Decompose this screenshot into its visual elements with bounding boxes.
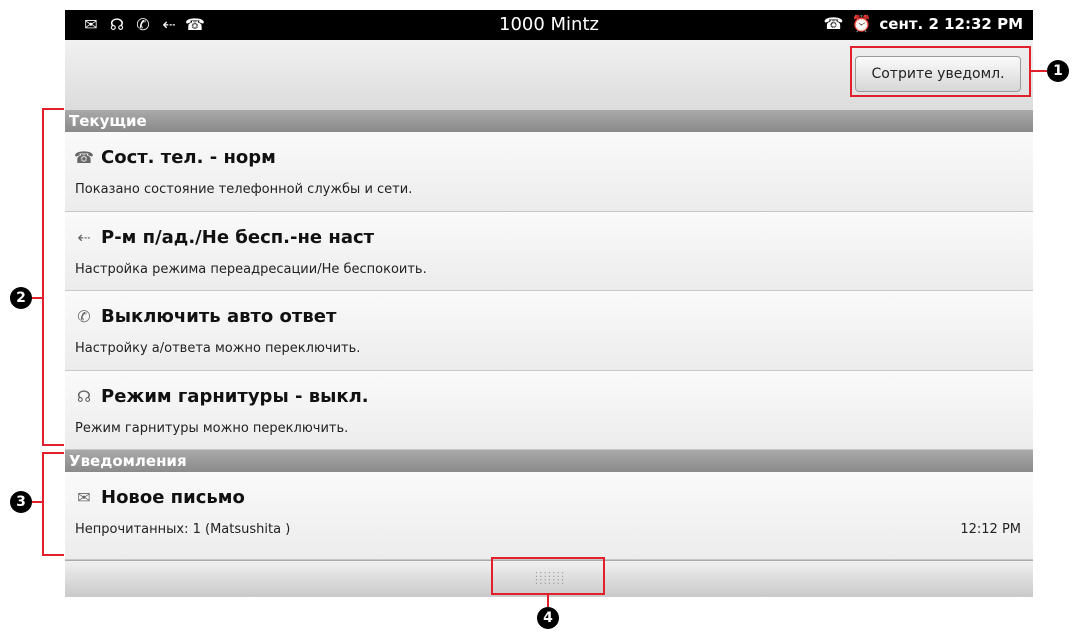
phone-status-icon: ☎ bbox=[74, 147, 94, 167]
item-title: ☊ Режим гарнитуры - выкл. bbox=[73, 386, 369, 407]
item-title-text: Новое письмо bbox=[101, 487, 245, 508]
item-time: 12:12 PM bbox=[960, 522, 1021, 537]
callout-3: 3 bbox=[10, 491, 32, 513]
item-subtitle: Настройка режима переадресации/Не беспок… bbox=[75, 262, 427, 277]
headset-off-icon: ☊ bbox=[76, 386, 92, 406]
callout-line-3 bbox=[32, 501, 44, 503]
status-bar: ✉ ☊ ✆ ⇠ ☎ 1000 Mintz ☎ ⏰ сент. 2 12:32 P… bbox=[65, 10, 1033, 40]
item-title: ⇠ Р-м п/ад./Не бесп.-не наст bbox=[73, 227, 374, 248]
section-header-current: Текущие bbox=[65, 110, 1033, 132]
list-item[interactable]: ☊ Режим гарнитуры - выкл. Режим гарнитур… bbox=[65, 371, 1033, 450]
list-item[interactable]: ⇠ Р-м п/ад./Не бесп.-не наст Настройка р… bbox=[65, 212, 1033, 291]
item-title: ✆ Выключить авто ответ bbox=[73, 306, 336, 327]
status-right: ☎ ⏰ сент. 2 12:32 PM bbox=[823, 14, 1023, 34]
callout-box-1 bbox=[850, 46, 1031, 97]
auto-answer-off-icon: ✆ bbox=[77, 306, 91, 326]
callout-1: 1 bbox=[1047, 60, 1069, 82]
callout-bracket-3 bbox=[42, 452, 64, 556]
section-header-notifications: Уведомления bbox=[65, 450, 1033, 472]
list-item[interactable]: ✆ Выключить авто ответ Настройку а/ответ… bbox=[65, 291, 1033, 371]
item-title-text: Сост. тел. - норм bbox=[101, 147, 276, 168]
item-title: ☎ Сост. тел. - норм bbox=[73, 147, 276, 168]
item-title: ✉ Новое письмо bbox=[73, 487, 245, 508]
item-title-text: Режим гарнитуры - выкл. bbox=[101, 386, 369, 407]
date-time: сент. 2 12:32 PM bbox=[879, 15, 1023, 33]
callout-2: 2 bbox=[10, 287, 32, 309]
mail-icon: ✉ bbox=[77, 487, 91, 507]
item-title-text: Выключить авто ответ bbox=[101, 306, 337, 327]
handset-icon: ☎ bbox=[823, 14, 844, 33]
callout-box-4 bbox=[491, 557, 605, 595]
alarm-icon: ⏰ bbox=[851, 14, 872, 33]
callout-bracket-2 bbox=[42, 108, 64, 446]
item-subtitle: Настройку а/ответа можно переключить. bbox=[75, 341, 361, 356]
forward-icon: ⇠ bbox=[77, 227, 91, 247]
item-title-text: Р-м п/ад./Не бесп.-не наст bbox=[101, 227, 375, 248]
notification-panel: ✉ ☊ ✆ ⇠ ☎ 1000 Mintz ☎ ⏰ сент. 2 12:32 P… bbox=[65, 10, 1033, 597]
callout-line-2 bbox=[32, 297, 44, 299]
item-subtitle: Непрочитанных: 1 (Matsushita ) bbox=[75, 522, 291, 537]
list-item[interactable]: ✉ Новое письмо Непрочитанных: 1 (Matsush… bbox=[65, 472, 1033, 560]
list-item[interactable]: ☎ Сост. тел. - норм Показано состояние т… bbox=[65, 132, 1033, 212]
callout-4: 4 bbox=[537, 607, 559, 629]
callout-line-4 bbox=[547, 595, 549, 607]
item-subtitle: Показано состояние телефонной службы и с… bbox=[75, 182, 413, 197]
item-subtitle: Режим гарнитуры можно переключить. bbox=[75, 421, 349, 436]
